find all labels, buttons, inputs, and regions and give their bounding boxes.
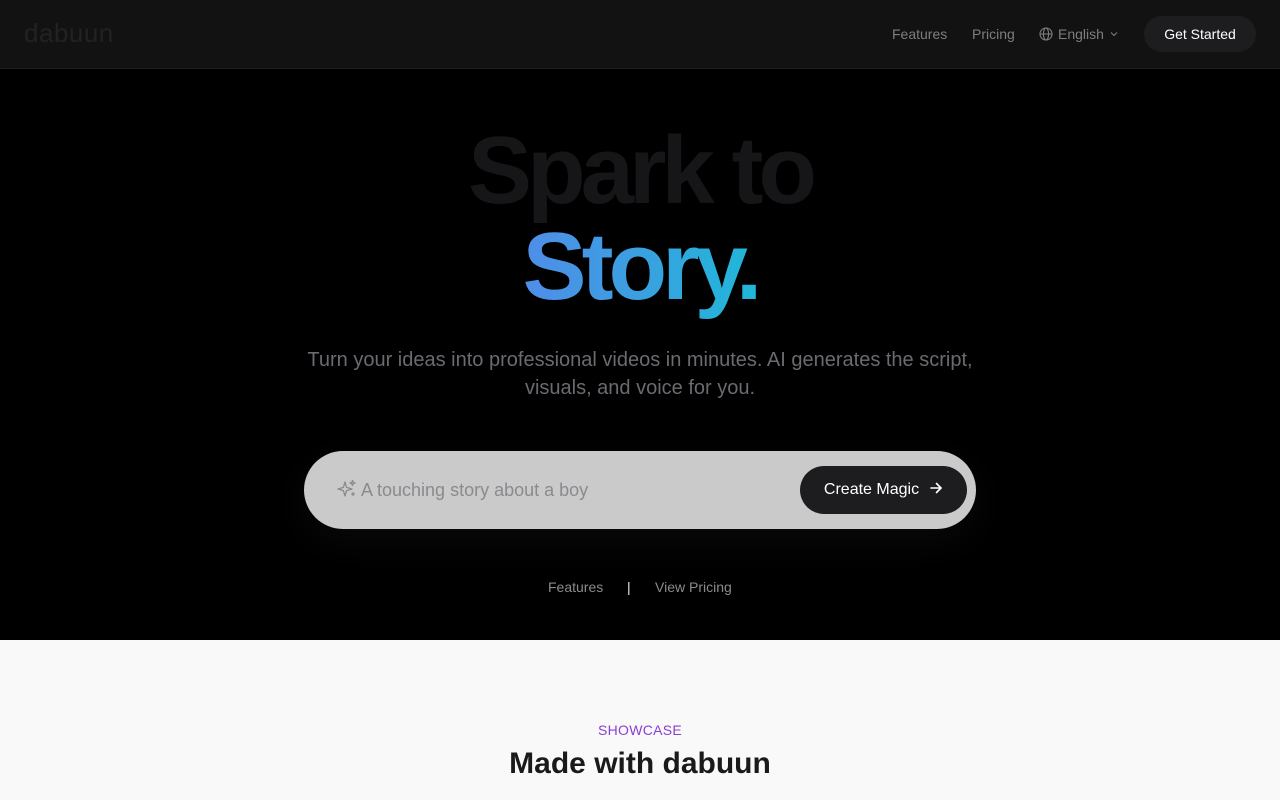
chevron-down-icon: [1109, 29, 1119, 39]
showcase-section: SHOWCASE Made with dabuun: [0, 640, 1280, 800]
link-view-pricing[interactable]: View Pricing: [655, 579, 732, 595]
hero-section: Spark to Story. Turn your ideas into pro…: [0, 69, 1280, 640]
language-label: English: [1058, 26, 1104, 42]
get-started-button[interactable]: Get Started: [1144, 16, 1256, 52]
brand-logo[interactable]: dabuun: [24, 18, 114, 49]
language-selector[interactable]: English: [1039, 26, 1119, 42]
link-features[interactable]: Features: [548, 579, 603, 595]
create-magic-button[interactable]: Create Magic: [800, 466, 967, 514]
arrow-right-icon: [929, 481, 943, 500]
hero-title-line-1: Spark to: [467, 117, 817, 224]
globe-icon: [1039, 27, 1053, 41]
hero-title-gradient-text: Story.: [522, 213, 763, 320]
nav-link-features[interactable]: Features: [892, 26, 947, 42]
hero-subtitle: Turn your ideas into professional videos…: [307, 349, 973, 399]
showcase-eyebrow: SHOWCASE: [597, 722, 683, 738]
top-navigation-bar: dabuun Features Pricing English Get Star…: [0, 0, 1280, 69]
sparkles-icon: [337, 479, 357, 504]
prompt-input[interactable]: [361, 477, 781, 503]
prompt-bar: Create Magic: [304, 451, 976, 529]
nav-link-pricing[interactable]: Pricing: [972, 26, 1015, 42]
hero-title-line-2: Story.: [0, 217, 1280, 317]
showcase-title: Made with dabuun: [509, 747, 771, 780]
create-magic-label: Create Magic: [823, 481, 920, 498]
link-separator: |: [627, 579, 631, 595]
